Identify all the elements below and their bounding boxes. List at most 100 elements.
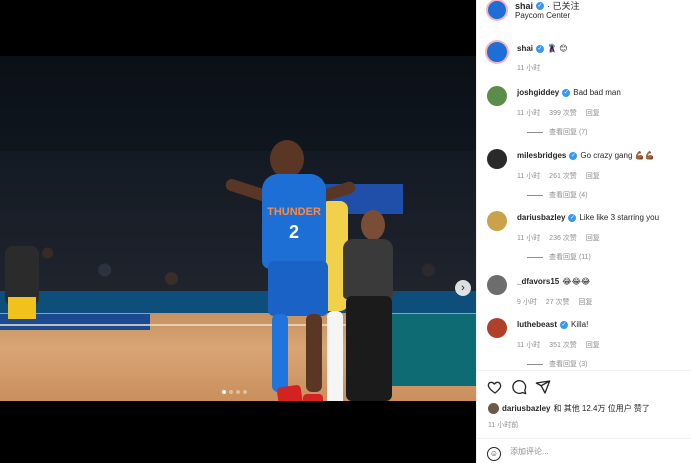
referee-head (361, 210, 385, 240)
comment-icon[interactable] (511, 379, 527, 395)
view-replies[interactable]: 查看回复 (11) (527, 252, 591, 262)
jersey-team-name: THUNDER (267, 206, 321, 218)
player-leg-left (272, 314, 288, 392)
verified-icon: ✓ (536, 1, 545, 10)
reply-button[interactable]: 回复 (578, 299, 592, 306)
commenter-avatar[interactable] (487, 149, 507, 169)
referee-body (343, 239, 393, 299)
comment-item: luthebeast ✓ Killa! 11 小时 351 次赞 回复 查看回复… (485, 318, 685, 373)
comment-username[interactable]: milesbridges (517, 151, 566, 160)
post-photo[interactable]: THUNDER 2 › (0, 56, 476, 401)
comment-composer: ☺ (477, 438, 691, 463)
replies-divider (527, 194, 543, 196)
media-viewer: THUNDER 2 › (0, 0, 476, 463)
post-time: 11 小时前 (488, 422, 519, 429)
comment-time: 11 小时 (517, 342, 541, 349)
verified-icon: ✓ (562, 88, 571, 97)
carousel-dot (243, 390, 247, 394)
verified-icon: ✓ (536, 44, 545, 53)
liker-username[interactable]: dariusbazley (502, 404, 550, 413)
next-arrow-icon[interactable]: › (455, 280, 471, 296)
share-icon[interactable] (535, 379, 551, 395)
author-avatar[interactable] (486, 0, 508, 21)
comment-text: Bad bad man (573, 88, 621, 97)
comment-item: joshgiddey ✓ Bad bad man 11 小时 399 次赞 回复… (485, 86, 685, 141)
comment-item: milesbridges ✓ Go crazy gang 💪🏾💪🏾 11 小时 … (485, 149, 685, 204)
opponent-leg (327, 311, 343, 401)
caption-avatar[interactable] (485, 40, 509, 64)
commenter-avatar[interactable] (487, 211, 507, 231)
carousel-dot (222, 390, 226, 394)
commenter-avatar[interactable] (487, 318, 507, 338)
comment-text: Killa! (571, 320, 589, 329)
view-replies-label[interactable]: 查看回复 (7) (549, 127, 588, 137)
comment-time: 11 小时 (517, 173, 541, 180)
player-shorts (268, 261, 328, 316)
caption-time: 11 小时 (517, 65, 541, 72)
likes-count-text[interactable]: 和 其他 12.4万 位用户 赞了 (553, 403, 649, 414)
heart-icon[interactable] (487, 379, 503, 395)
reply-button[interactable]: 回复 (586, 342, 600, 349)
post-panel: shai ✓ · 已关注 Paycom Center shai ✓ 🦹 😊 11… (476, 0, 691, 463)
view-replies-label[interactable]: 查看回复 (4) (549, 190, 588, 200)
comment-likes[interactable]: 236 次赞 (549, 235, 577, 242)
post-header: shai ✓ · 已关注 Paycom Center (477, 0, 691, 28)
comment-likes[interactable]: 351 次赞 (549, 342, 577, 349)
view-replies-label[interactable]: 查看回复 (11) (549, 252, 591, 262)
referee-legs (346, 296, 392, 401)
emoji-icon[interactable]: ☺ (487, 447, 501, 461)
comment-meta: 11 小时 351 次赞 回复 (517, 340, 607, 350)
comment-line: _dfavors15 😂😂😂 (517, 277, 590, 286)
comment-likes[interactable]: 27 次赞 (546, 299, 570, 306)
comment-line: dariusbazley ✓ Like like 3 starring you (517, 213, 659, 222)
view-replies[interactable]: 查看回复 (3) (527, 359, 588, 369)
opponent-shorts (8, 297, 36, 319)
replies-divider (527, 363, 543, 365)
verified-icon: ✓ (560, 320, 569, 329)
comment-input[interactable] (510, 447, 680, 456)
comment-username[interactable]: joshgiddey (517, 88, 559, 97)
player-shoe-right (303, 394, 323, 401)
replies-divider (527, 131, 543, 133)
jersey-number: 2 (288, 222, 299, 242)
comment-username[interactable]: luthebeast (517, 320, 557, 329)
view-replies[interactable]: 查看回复 (7) (527, 127, 588, 137)
caption-text: 🦹 😊 (547, 44, 568, 53)
comment-text: Like like 3 starring you (579, 213, 660, 222)
comment-meta: 11 小时 261 次赞 回复 (517, 171, 607, 181)
comment-likes[interactable]: 399 次赞 (549, 110, 577, 117)
comment-meta: 9 小时 27 次赞 回复 (517, 297, 599, 307)
commenter-avatar[interactable] (487, 275, 507, 295)
carousel-dot (229, 390, 233, 394)
reply-button[interactable]: 回复 (586, 235, 600, 242)
post-location[interactable]: Paycom Center (515, 11, 570, 20)
comment-meta: 11 小时 236 次赞 回复 (517, 233, 607, 243)
author-username[interactable]: shai (515, 1, 533, 11)
commenter-avatar[interactable] (487, 86, 507, 106)
comment-time: 11 小时 (517, 235, 541, 242)
comment-text: Go crazy gang 💪🏾💪🏾 (580, 151, 655, 160)
view-replies[interactable]: 查看回复 (4) (527, 190, 588, 200)
player-leg-right (306, 314, 322, 392)
comment-time: 11 小时 (517, 110, 541, 117)
comment-username[interactable]: _dfavors15 (517, 277, 559, 286)
comment-item: dariusbazley ✓ Like like 3 starring you … (485, 211, 685, 266)
likes-summary: dariusbazley 和 其他 12.4万 位用户 赞了 (488, 403, 650, 414)
view-replies-label[interactable]: 查看回复 (3) (549, 359, 588, 369)
comment-username[interactable]: dariusbazley (517, 213, 565, 222)
courtside-banner (0, 291, 476, 313)
liker-avatar[interactable] (488, 403, 499, 414)
carousel-dot (236, 390, 240, 394)
comment-line: milesbridges ✓ Go crazy gang 💪🏾💪🏾 (517, 151, 655, 160)
player-head (270, 140, 304, 178)
verified-icon: ✓ (568, 213, 577, 222)
scorer-table (388, 314, 476, 386)
caption-line: shai ✓ 🦹 😊 (517, 44, 568, 53)
carousel-dots (222, 390, 247, 394)
comment-likes[interactable]: 261 次赞 (549, 173, 577, 180)
reply-button[interactable]: 回复 (586, 110, 600, 117)
caption-username[interactable]: shai (517, 44, 533, 53)
comment-meta: 11 小时 399 次赞 回复 (517, 108, 607, 118)
reply-button[interactable]: 回复 (586, 173, 600, 180)
comment-time: 9 小时 (517, 299, 537, 306)
